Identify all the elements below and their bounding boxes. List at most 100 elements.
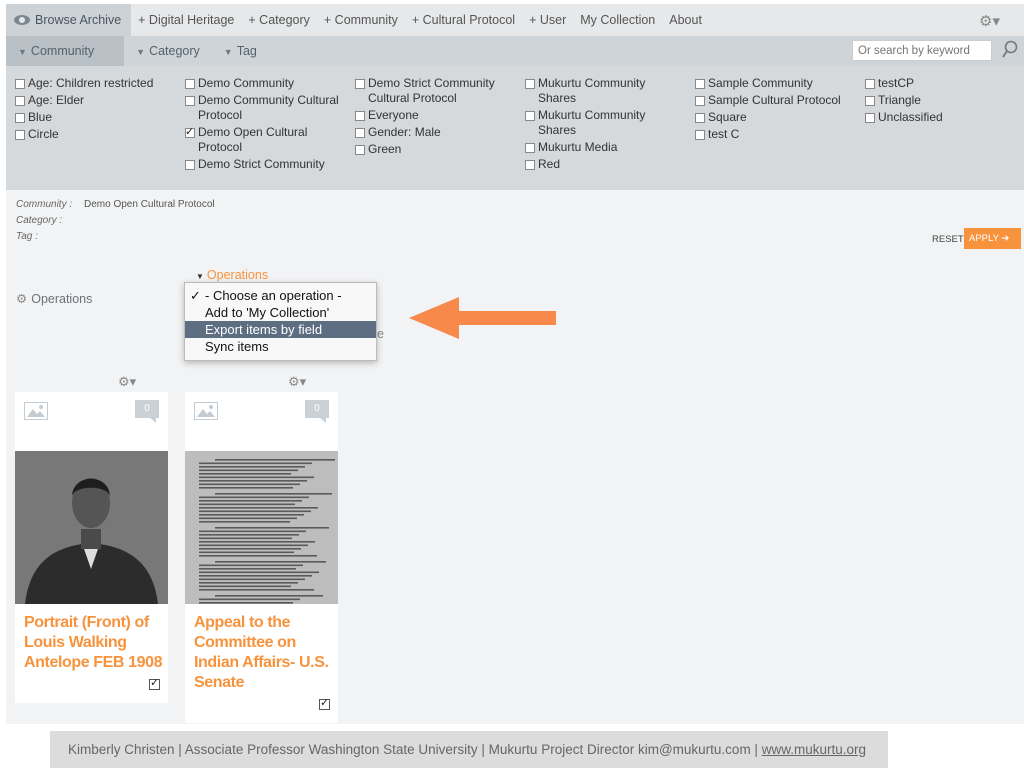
card-select-checkbox[interactable] — [319, 696, 330, 710]
document-text-line — [215, 561, 326, 563]
facet-column: Demo Community Demo Community Cultural Pr… — [185, 76, 345, 174]
document-thumbnail[interactable] — [185, 451, 338, 604]
facet-option[interactable]: Everyone — [355, 108, 520, 123]
facet-label: Demo Open Cultural Protocol — [198, 125, 308, 154]
facet-checkbox[interactable] — [525, 111, 535, 121]
facet-checkbox[interactable] — [15, 113, 25, 123]
operations-select[interactable]: ▼ Operations — [196, 268, 268, 282]
document-text-line — [199, 537, 292, 540]
card-select-checkbox[interactable] — [149, 676, 160, 690]
facet-checkbox[interactable] — [185, 160, 195, 170]
document-text-line — [199, 517, 297, 520]
facet-option[interactable]: Demo Strict Community — [185, 157, 345, 172]
operations-label: ⚙ Operations — [16, 291, 92, 306]
tab-label: Category — [149, 44, 200, 58]
facet-checkbox[interactable] — [695, 96, 705, 106]
facet-checkbox[interactable] — [15, 79, 25, 89]
facet-option[interactable]: Mukurtu Community Shares — [525, 108, 685, 138]
operation-option[interactable]: Add to 'My Collection' — [185, 304, 376, 321]
footer-link[interactable]: www.mukurtu.org — [762, 742, 866, 757]
facet-checkbox[interactable] — [185, 96, 195, 106]
facet-option[interactable]: Demo Community Cultural Protocol — [185, 93, 345, 123]
facet-option[interactable]: Age: Children restricted — [15, 76, 180, 91]
facet-checkbox[interactable] — [695, 113, 705, 123]
facet-option[interactable]: Demo Community — [185, 76, 345, 91]
facet-option[interactable]: test C — [695, 127, 855, 142]
facet-checkbox[interactable] — [865, 113, 875, 123]
gear-icon[interactable]: ⚙▾ — [288, 374, 306, 390]
nav-digital-heritage[interactable]: + Digital Heritage — [131, 13, 241, 27]
facet-checkbox[interactable] — [695, 79, 705, 89]
facet-checkbox[interactable] — [15, 130, 25, 140]
document-text-line — [199, 473, 291, 475]
triangle-down-icon: ▼ — [136, 47, 146, 57]
facet-option[interactable]: Gender: Male — [355, 125, 520, 140]
operation-option-label: - Choose an operation - — [205, 288, 342, 303]
facet-option[interactable]: Blue — [15, 110, 180, 125]
tab-category[interactable]: ▼ Category — [124, 36, 212, 66]
facet-option[interactable]: Demo Open Cultural Protocol — [185, 125, 345, 155]
document-text-line — [199, 564, 303, 567]
nav-category[interactable]: + Category — [241, 13, 317, 27]
apply-button[interactable]: APPLY ➔ — [964, 228, 1021, 249]
operation-option[interactable]: Export items by field — [185, 321, 376, 338]
facet-option[interactable]: Unclassified — [865, 110, 1015, 125]
nav-user[interactable]: + User — [522, 13, 573, 27]
facet-checkbox[interactable] — [525, 160, 535, 170]
document-text-line — [199, 507, 318, 509]
facet-checkbox[interactable] — [355, 128, 365, 138]
nav-about[interactable]: About — [662, 13, 709, 27]
operations-dropdown-menu: ✓ - Choose an operation - Add to 'My Colle… — [184, 282, 377, 361]
portrait-thumbnail[interactable] — [15, 451, 168, 604]
facet-checkbox[interactable] — [695, 130, 705, 140]
facet-option[interactable]: Red — [525, 157, 685, 172]
facet-checkbox[interactable] — [355, 79, 365, 89]
facet-checkbox[interactable] — [525, 143, 535, 153]
facet-checkbox[interactable] — [865, 96, 875, 106]
facet-option[interactable]: Age: Elder — [15, 93, 180, 108]
facet-option[interactable]: Mukurtu Media — [525, 140, 685, 155]
facet-checkbox[interactable] — [15, 96, 25, 106]
facet-checkbox[interactable] — [185, 125, 195, 140]
facet-checkbox[interactable] — [355, 145, 365, 155]
comment-count-badge: 0 — [305, 400, 329, 423]
facet-checkbox[interactable] — [865, 79, 875, 89]
document-text-line — [199, 568, 296, 570]
nav-browse-archive[interactable]: Browse Archive — [6, 4, 132, 36]
facet-option[interactable]: testCP — [865, 76, 1015, 91]
facet-option[interactable]: Mukurtu Community Shares — [525, 76, 685, 106]
tab-tag[interactable]: ▼ Tag — [212, 36, 269, 66]
arrow-right-icon: ➔ — [1001, 233, 1010, 244]
tab-community[interactable]: ▼ Community — [6, 36, 125, 66]
facet-label: Unclassified — [878, 110, 943, 124]
facet-label: Mukurtu Community Shares — [538, 108, 646, 137]
card-title[interactable]: Appeal to the Committee on Indian Affair… — [194, 613, 334, 693]
nav-cultural-protocol[interactable]: + Cultural Protocol — [405, 13, 522, 27]
facet-option[interactable]: Sample Community — [695, 76, 855, 91]
nav-community[interactable]: + Community — [317, 13, 405, 27]
operation-option[interactable]: Sync items — [185, 338, 376, 355]
card-title[interactable]: Portrait (Front) of Louis Walking Antelo… — [24, 613, 164, 673]
facet-checkbox[interactable] — [525, 79, 535, 89]
facet-option[interactable]: Square — [695, 110, 855, 125]
facet-checkbox[interactable] — [185, 79, 195, 89]
facet-option[interactable]: Circle — [15, 127, 180, 142]
facet-option[interactable]: Triangle — [865, 93, 1015, 108]
facet-column: Demo Strict Community Cultural Protocol E… — [355, 76, 520, 159]
document-text-line — [199, 469, 298, 472]
operation-option-label: Sync items — [205, 339, 269, 354]
facet-option[interactable]: Demo Strict Community Cultural Protocol — [355, 76, 520, 106]
facet-label: Square — [708, 110, 747, 124]
document-text-line — [199, 571, 319, 574]
facet-label: Sample Community — [708, 76, 813, 90]
gear-icon[interactable]: ⚙▾ — [979, 12, 1000, 30]
search-icon[interactable] — [1002, 40, 1018, 60]
keyword-search-input[interactable] — [852, 40, 992, 61]
operation-option[interactable]: ✓ - Choose an operation - — [185, 287, 376, 304]
facet-checkbox[interactable] — [355, 111, 365, 121]
reset-button[interactable]: RESET — [932, 234, 964, 245]
gear-icon[interactable]: ⚙▾ — [118, 374, 136, 390]
nav-my-collection[interactable]: My Collection — [573, 13, 662, 27]
facet-option[interactable]: Sample Cultural Protocol — [695, 93, 855, 108]
facet-option[interactable]: Green — [355, 142, 520, 157]
